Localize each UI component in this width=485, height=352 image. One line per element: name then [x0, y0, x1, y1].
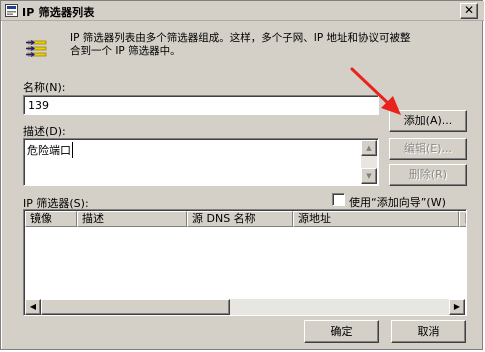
description-textarea[interactable]: 危险端口 — [23, 138, 379, 186]
description-line-1: IP 筛选器列表由多个筛选器组成。这样，多个子网、IP 地址和协议可被整 — [70, 32, 411, 44]
column-header-destination[interactable]: 目 — [459, 211, 466, 227]
name-input[interactable]: 139 — [23, 95, 379, 115]
ok-button[interactable]: 确定 — [304, 320, 379, 343]
column-header-mirror[interactable]: 镜像 — [25, 211, 77, 227]
scrollbar-thumb[interactable] — [41, 299, 230, 315]
cancel-button[interactable]: 取消 — [391, 320, 466, 343]
delete-button[interactable]: 删除(R) — [389, 164, 467, 186]
scroll-up-icon[interactable]: ▲ — [361, 140, 377, 156]
description-line-2: 合到一个 IP 筛选器中。 — [70, 45, 181, 57]
column-header-source-dns[interactable]: 源 DNS 名称 — [187, 211, 293, 227]
scroll-left-icon[interactable]: ◀ — [25, 299, 41, 315]
use-add-wizard-checkbox[interactable] — [332, 193, 345, 206]
use-add-wizard-label: 使用“添加向导”(W) — [349, 196, 446, 209]
ip-filter-list-dialog: IP 筛选器列表 ✕ IP 筛选器列表由多个筛选器组成。这样，多个子网、IP 地… — [0, 0, 484, 350]
title-bar: IP 筛选器列表 ✕ — [1, 1, 484, 21]
scroll-right-icon[interactable]: ▶ — [449, 299, 465, 315]
edit-button[interactable]: 编辑(E)... — [389, 138, 467, 160]
table-header: 镜像 描述 源 DNS 名称 源地址 目 — [25, 211, 466, 227]
name-value: 139 — [28, 99, 49, 112]
filter-list-icon — [26, 40, 47, 57]
description-scrollbar[interactable]: ▲ ▼ — [361, 140, 377, 184]
scroll-down-icon[interactable]: ▼ — [361, 168, 377, 184]
window-title: IP 筛选器列表 — [22, 6, 95, 19]
description-value: 危险端口 — [27, 142, 73, 158]
column-header-description[interactable]: 描述 — [77, 211, 187, 227]
description-label: 描述(D): — [23, 125, 66, 138]
red-arrow-annotation — [350, 67, 401, 115]
close-icon: ✕ — [463, 3, 475, 17]
table-horizontal-scrollbar[interactable]: ◀ ▶ — [25, 299, 465, 315]
close-button[interactable]: ✕ — [460, 3, 478, 19]
app-icon — [5, 4, 18, 17]
ip-filters-table[interactable]: 镜像 描述 源 DNS 名称 源地址 目 ◀ ▶ — [23, 209, 467, 316]
name-label: 名称(N): — [23, 81, 66, 94]
dialog-description: IP 筛选器列表由多个筛选器组成。这样，多个子网、IP 地址和协议可被整 合到一… — [70, 32, 470, 58]
column-header-source-address[interactable]: 源地址 — [293, 211, 459, 227]
